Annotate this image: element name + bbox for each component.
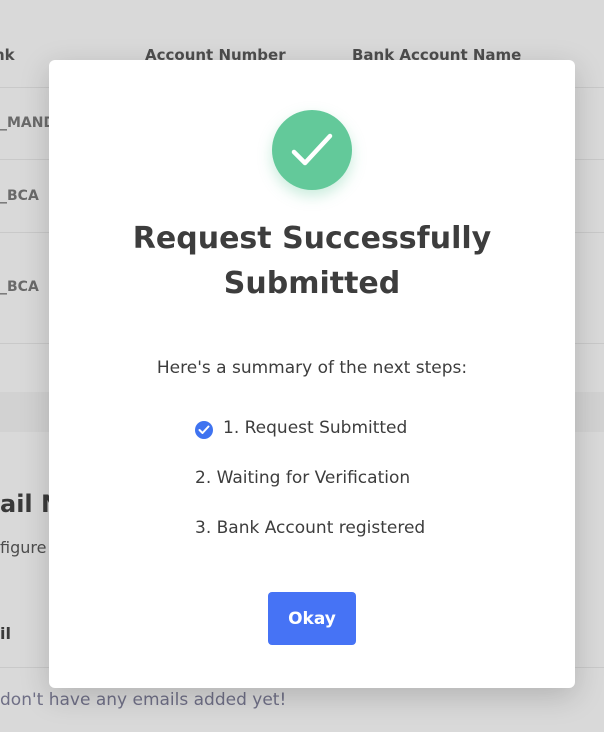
table-cell-bank: _MAND — [0, 115, 56, 131]
step-label: 1. Request Submitted — [223, 418, 408, 438]
step-label: 2. Waiting for Verification — [195, 468, 411, 488]
table-cell-bank: _BCA — [0, 279, 39, 295]
table-cell-bank: _BCA — [0, 188, 39, 204]
email-section-subtitle: figure — [0, 538, 47, 557]
column-header-bank: nk — [0, 46, 15, 64]
step-label: 3. Bank Account registered — [195, 518, 426, 538]
check-circle-icon — [195, 421, 213, 439]
checkmark-icon — [291, 133, 333, 166]
page: nk Account Number Bank Account Name _MAN… — [0, 0, 604, 732]
modal-summary: Here's a summary of the next steps: — [156, 358, 468, 378]
email-column-label: il — [0, 624, 11, 643]
step-bank-account-registered: 3. Bank Account registered — [195, 518, 425, 568]
next-steps-list: 1. Request Submitted 2. Waiting for Veri… — [195, 418, 425, 568]
email-empty-message: don't have any emails added yet! — [0, 690, 287, 710]
step-request-submitted: 1. Request Submitted — [195, 418, 425, 468]
checkmark-circle-icon — [272, 110, 352, 190]
okay-button[interactable]: Okay — [268, 592, 356, 645]
modal-title: Request Successfully Submitted — [132, 221, 492, 301]
step-waiting-for-verification: 2. Waiting for Verification — [195, 468, 425, 518]
success-modal: Request Successfully Submitted Here's a … — [49, 60, 575, 688]
